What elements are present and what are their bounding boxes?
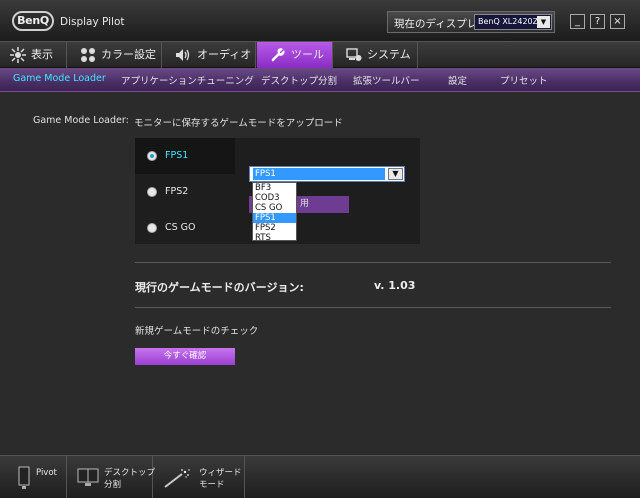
chevron-down-icon[interactable]: ▼ [388, 168, 403, 180]
mode-option-fps2[interactable]: FPS2 [135, 174, 235, 210]
tab-system[interactable]: システム [334, 42, 418, 68]
dropdown-option[interactable]: RTS [253, 233, 296, 243]
subtab-extended-toolbar[interactable]: 拡張ツールバー [353, 73, 420, 87]
subtab-desktop-split[interactable]: デスクトップ分割 [261, 73, 337, 87]
subtab-presets[interactable]: プリセット [500, 73, 548, 87]
title-bar: BenQ Display Pilot 現在のディスプレイ BenQ XL2420… [0, 0, 640, 42]
desktop-split-label-2: 分割 [104, 480, 122, 490]
bottom-toolbar: Pivot デスクトップ 分割 ウィザード モード [0, 455, 640, 498]
help-button[interactable]: ? [590, 14, 605, 29]
tab-display[interactable]: 表示 [0, 42, 67, 68]
mode-label: CS GO [165, 222, 196, 233]
brand-logo: BenQ [12, 11, 54, 31]
tab-color-label: カラー設定 [101, 48, 156, 61]
wizard-wand-icon [164, 469, 190, 488]
game-mode-description: モニターに保存するゲームモードをアップロード [134, 118, 343, 129]
divider [135, 262, 611, 263]
mode-option-csgo[interactable]: CS GO [135, 210, 235, 246]
tab-tools-label: ツール [291, 48, 324, 61]
subtab-game-mode-loader[interactable]: Game Mode Loader [13, 73, 106, 84]
color-icon [81, 48, 95, 62]
desktop-split-button[interactable]: デスクトップ 分割 [68, 456, 156, 498]
main-content: Game Mode Loader: モニターに保存するゲームモードをアップロード… [0, 93, 640, 455]
tab-color-settings[interactable]: カラー設定 [68, 42, 162, 68]
dropdown-option[interactable]: COD3 [253, 193, 296, 203]
tab-audio[interactable]: オーディオ [163, 42, 256, 68]
radio-button[interactable] [147, 151, 157, 161]
version-value: v. 1.03 [374, 279, 416, 292]
tab-display-label: 表示 [31, 48, 53, 61]
radio-button[interactable] [147, 187, 157, 197]
chevron-down-icon[interactable]: ▼ [537, 16, 550, 28]
tab-tools[interactable]: ツール [257, 42, 333, 68]
pivot-label: Pivot [36, 468, 57, 478]
app-title: Display Pilot [60, 16, 125, 28]
game-mode-loader-label: Game Mode Loader: [33, 115, 129, 126]
minimize-button[interactable]: _ [570, 14, 585, 29]
check-new-modes-label: 新規ゲームモードのチェック [135, 326, 259, 337]
mode-option-fps1[interactable]: FPS1 [135, 138, 235, 174]
dropdown-option[interactable]: FPS2 [253, 223, 296, 233]
wizard-mode-button[interactable]: ウィザード モード [154, 456, 245, 498]
check-now-button[interactable]: 今すぐ確認 [135, 348, 235, 365]
dropdown-option[interactable]: CS GO [253, 203, 296, 213]
combo-value: FPS1 [253, 168, 385, 180]
sub-tabs: Game Mode Loader アプリケーションチューニング デスクトップ分割… [0, 68, 640, 92]
wizard-label-2: モード [199, 480, 225, 490]
display-dropdown-value: BenQ XL2420Z [478, 17, 539, 26]
desktop-split-label-1: デスクトップ [104, 468, 156, 478]
dropdown-option[interactable]: BF3 [253, 183, 296, 193]
wizard-label-1: ウィザード [199, 468, 242, 478]
mode-label: FPS1 [165, 150, 189, 161]
close-button[interactable]: × [610, 14, 625, 29]
subtab-app-tuning[interactable]: アプリケーションチューニング [121, 73, 254, 87]
display-dropdown[interactable]: BenQ XL2420Z ▼ [474, 14, 552, 30]
desktop-split-icon [77, 468, 99, 486]
main-tabs: 表示 カラー設定 オーディオ ツール システム [0, 42, 640, 68]
current-display-selector: 現在のディスプレイ BenQ XL2420Z ▼ [387, 11, 555, 33]
radio-button[interactable] [147, 223, 157, 233]
game-mode-combo[interactable]: FPS1 ▼ [249, 166, 405, 182]
system-icon [346, 48, 362, 61]
display-icon [10, 47, 26, 63]
speaker-icon [176, 49, 190, 61]
subtab-settings[interactable]: 設定 [448, 73, 467, 87]
pivot-button[interactable]: Pivot [0, 456, 67, 498]
tab-audio-label: オーディオ [197, 48, 252, 61]
pivot-icon [18, 466, 30, 489]
divider [135, 307, 611, 308]
wrench-icon [271, 48, 285, 62]
tab-system-label: システム [367, 48, 411, 61]
dropdown-option-highlighted[interactable]: FPS1 [253, 213, 296, 223]
version-label: 現行のゲームモードのバージョン: [135, 281, 304, 294]
mode-label: FPS2 [165, 186, 189, 197]
game-mode-dropdown-list: BF3 COD3 CS GO FPS1 FPS2 RTS [252, 182, 297, 243]
